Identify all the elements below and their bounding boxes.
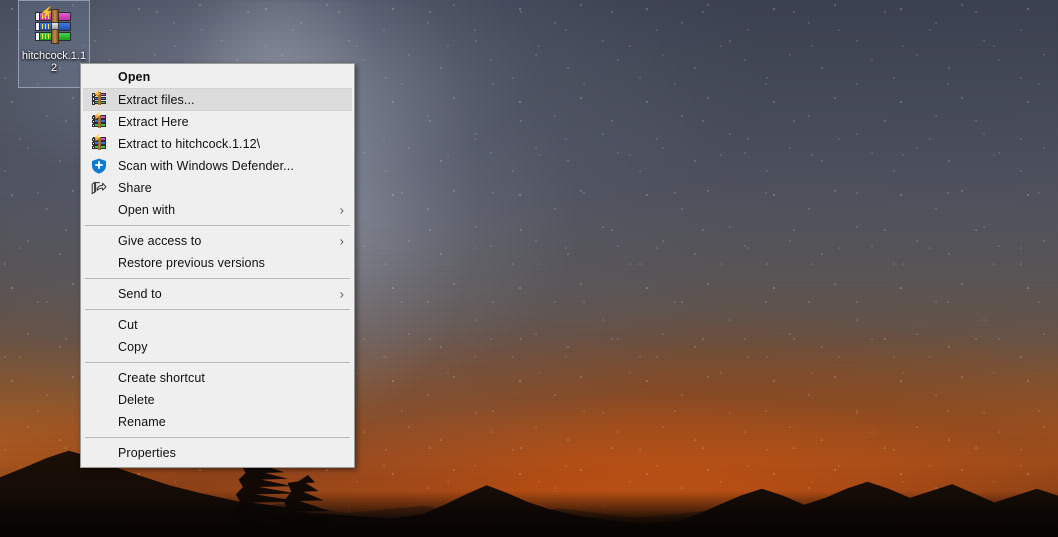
menu-separator [85,362,350,363]
menu-item-label: Properties [118,446,176,460]
chevron-right-icon: › [339,286,344,302]
menu-item-send-to[interactable]: Send to › [81,283,354,305]
menu-item-label: Extract files... [118,92,195,107]
menu-item-label: Extract to hitchcock.1.12\ [118,137,261,151]
menu-item-share[interactable]: Share [81,177,354,199]
file-context-menu[interactable]: Open ⚡ Extract files... ⚡ Extract Here ⚡ Extra… [80,63,355,468]
chevron-right-icon: › [339,233,344,249]
menu-item-label: Copy [118,340,148,354]
menu-item-rename[interactable]: Rename [81,411,354,433]
shield-icon [91,158,109,174]
menu-item-label: Cut [118,318,138,332]
menu-item-icon-placeholder [91,233,109,249]
menu-item-icon-placeholder [91,69,109,85]
winrar-icon: ⚡ [91,135,109,152]
desktop-icon-label: hitchcock.1.12 [21,50,87,74]
menu-item-open[interactable]: Open [81,66,354,88]
menu-item-give-access-to[interactable]: Give access to › [81,230,354,252]
menu-item-properties[interactable]: Properties [81,442,354,464]
menu-item-icon-placeholder [91,202,109,218]
menu-item-icon-placeholder [91,392,109,408]
menu-item-icon-placeholder [91,255,109,271]
menu-item-extract-here[interactable]: ⚡ Extract Here [81,111,354,133]
menu-separator [85,309,350,310]
menu-item-icon-placeholder [91,286,109,302]
menu-item-label: Extract Here [118,115,189,129]
menu-item-icon-placeholder [91,370,109,386]
menu-separator [85,437,350,438]
menu-item-open-with[interactable]: Open with › [81,199,354,221]
menu-item-create-shortcut[interactable]: Create shortcut [81,367,354,389]
menu-item-label: Delete [118,393,155,407]
chevron-right-icon: › [339,202,344,218]
desktop[interactable]: ⚡ hitchcock.1.12 Open ⚡ Extract files... ⚡ E… [0,0,1058,537]
menu-item-extract-to-hitchcock-1-12[interactable]: ⚡ Extract to hitchcock.1.12\ [81,133,354,155]
share-icon [91,180,109,196]
menu-item-label: Scan with Windows Defender... [118,159,294,173]
menu-item-icon-placeholder [91,317,109,333]
wallpaper-foreground-shadow [0,491,1058,537]
menu-item-scan-with-windows-defender[interactable]: Scan with Windows Defender... [81,155,354,177]
menu-item-label: Open [118,70,151,84]
menu-separator [85,278,350,279]
winrar-archive-icon: ⚡ [34,8,74,47]
menu-item-delete[interactable]: Delete [81,389,354,411]
menu-item-label: Create shortcut [118,371,205,385]
winrar-icon: ⚡ [91,113,109,130]
menu-item-icon-placeholder [91,339,109,355]
menu-item-label: Share [118,181,152,195]
menu-item-copy[interactable]: Copy [81,336,354,358]
menu-separator [85,225,350,226]
menu-item-restore-previous-versions[interactable]: Restore previous versions [81,252,354,274]
menu-item-cut[interactable]: Cut [81,314,354,336]
menu-item-icon-placeholder [91,414,109,430]
menu-item-label: Give access to [118,234,202,248]
menu-item-label: Rename [118,415,166,429]
menu-item-icon-placeholder [91,445,109,461]
menu-item-label: Open with [118,203,176,217]
menu-item-label: Restore previous versions [118,256,266,270]
menu-item-extract-files[interactable]: ⚡ Extract files... [83,88,352,111]
menu-item-label: Send to [118,287,162,301]
winrar-icon: ⚡ [91,91,109,108]
